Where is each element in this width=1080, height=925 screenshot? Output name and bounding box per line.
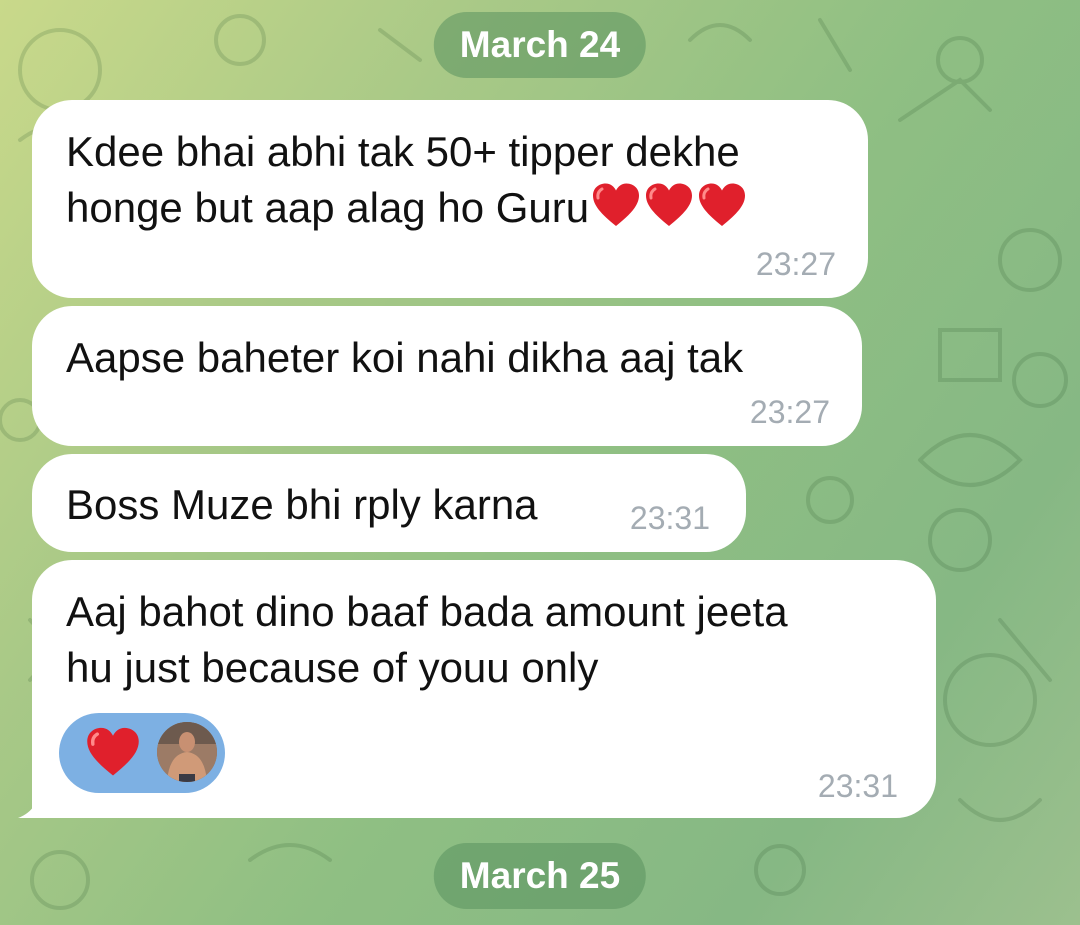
- message-timestamp: 23:31: [817, 768, 898, 804]
- message-line: Aapse baheter koi nahi dikha aaj tak: [66, 334, 744, 381]
- message-bubble[interactable]: Aapse baheter koi nahi dikha aaj tak 23:…: [32, 306, 862, 446]
- message-text: Aaj bahot dino baaf bada amount jeeta hu…: [66, 584, 788, 696]
- message-line: hu just because of youu only: [66, 644, 599, 691]
- message-bubble[interactable]: Boss Muze bhi rply karna 23:31: [32, 454, 746, 552]
- message-timestamp: 23:31: [629, 500, 710, 536]
- message-text: Kdee bhai abhi tak 50+ tipper dekhe hong…: [66, 124, 750, 242]
- reactor-avatar[interactable]: [157, 722, 217, 782]
- message-bubble[interactable]: Aaj bahot dino baaf bada amount jeeta hu…: [32, 560, 936, 818]
- message-text: Boss Muze bhi rply karna: [66, 477, 538, 533]
- message-line-with-emoji: honge but aap alag ho Guru: [66, 180, 750, 242]
- date-label: March 25: [459, 855, 621, 896]
- date-separator: March 25: [433, 843, 647, 909]
- heart-emojis: [591, 182, 750, 242]
- red-heart-emoji-icon: [699, 183, 746, 226]
- date-separator: March 24: [433, 12, 647, 78]
- message-line: Kdee bhai abhi tak 50+ tipper dekhe: [66, 128, 740, 175]
- red-heart-emoji-icon: [593, 183, 640, 226]
- message-timestamp: 23:27: [749, 394, 830, 430]
- message-line: Aaj bahot dino baaf bada amount jeeta: [66, 588, 788, 635]
- date-label: March 24: [459, 24, 621, 65]
- message-timestamp: 23:27: [755, 246, 836, 282]
- message-line: Boss Muze bhi rply karna: [66, 481, 538, 528]
- red-heart-emoji-icon: [87, 727, 139, 776]
- message-text: Aapse baheter koi nahi dikha aaj tak: [66, 330, 743, 386]
- message-line: honge but aap alag ho Guru: [66, 184, 590, 231]
- user-avatar-icon: [157, 722, 217, 782]
- reaction-badge[interactable]: [59, 713, 225, 793]
- message-bubble[interactable]: Kdee bhai abhi tak 50+ tipper dekhe hong…: [32, 100, 868, 298]
- red-heart-emoji-icon: [646, 183, 693, 226]
